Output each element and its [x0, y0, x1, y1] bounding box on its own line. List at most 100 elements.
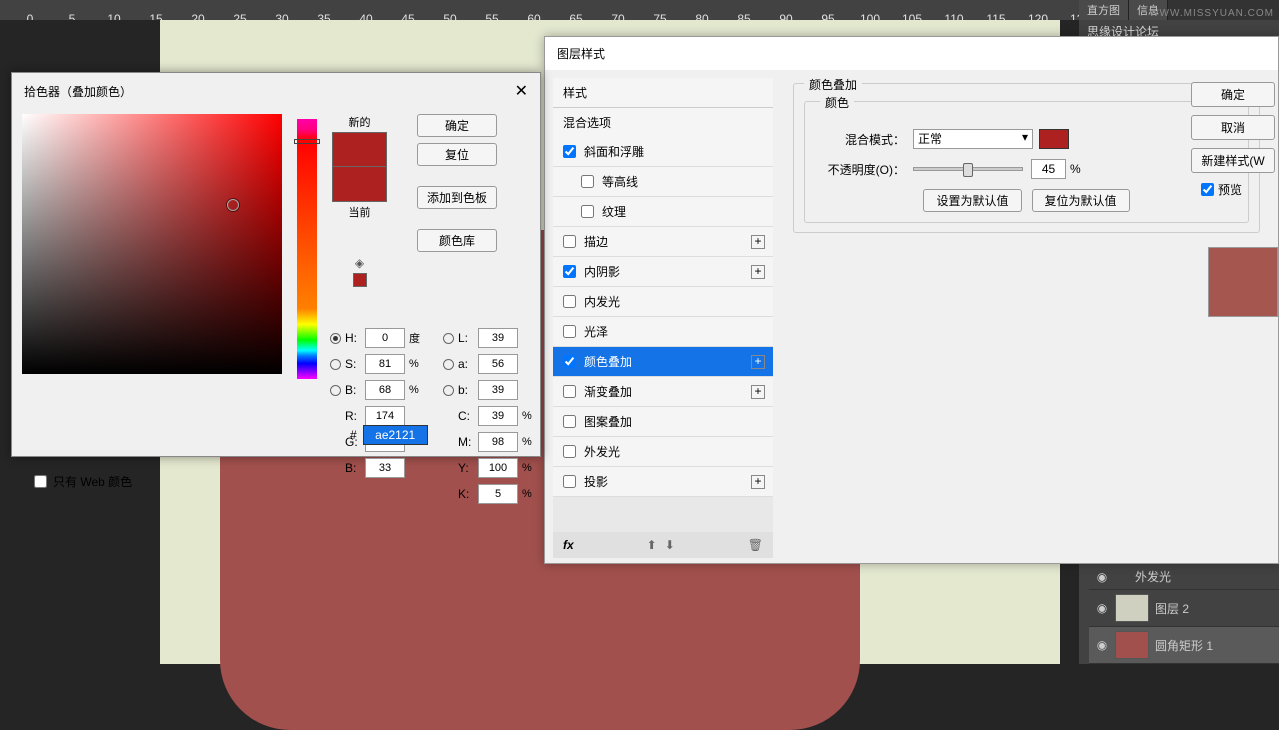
style-item[interactable]: 投影 +: [553, 467, 773, 497]
style-label: 图案叠加: [584, 413, 632, 430]
visibility-icon[interactable]: ◉: [1095, 570, 1109, 584]
close-icon[interactable]: ✕: [515, 81, 528, 101]
ruler-mark: 100: [855, 12, 885, 20]
style-checkbox[interactable]: [563, 295, 576, 308]
current-color-label: 当前: [349, 204, 371, 220]
style-checkbox[interactable]: [563, 445, 576, 458]
style-checkbox[interactable]: [563, 385, 576, 398]
style-label: 斜面和浮雕: [584, 143, 644, 160]
style-checkbox[interactable]: [563, 415, 576, 428]
visibility-icon[interactable]: ◉: [1095, 638, 1109, 652]
style-item[interactable]: 描边+: [553, 227, 773, 257]
styles-header: 样式: [553, 78, 773, 108]
style-item[interactable]: 渐变叠加+: [553, 377, 773, 407]
style-item[interactable]: 纹理: [553, 197, 773, 227]
style-label: 内发光: [584, 293, 620, 310]
cancel-button[interactable]: 取消: [1191, 115, 1275, 140]
h-radio[interactable]: [330, 333, 341, 344]
bv-input[interactable]: [365, 458, 405, 478]
style-item[interactable]: 颜色叠加+: [553, 347, 773, 377]
reset-default-button[interactable]: 复位为默认值: [1032, 189, 1130, 212]
style-checkbox[interactable]: [563, 145, 576, 158]
style-item[interactable]: 斜面和浮雕: [553, 137, 773, 167]
opacity-unit: %: [1070, 162, 1081, 176]
overlay-color-swatch[interactable]: [1039, 129, 1069, 149]
y-input[interactable]: [478, 458, 518, 478]
add-effect-icon[interactable]: +: [751, 355, 765, 369]
layer-row[interactable]: ◉ 圆角矩形 1: [1089, 627, 1279, 664]
effect-row[interactable]: ◉ 外发光: [1089, 564, 1279, 590]
new-color-label: 新的: [349, 114, 371, 130]
preview-checkbox[interactable]: 预览: [1191, 181, 1275, 198]
blend-options-item[interactable]: 混合选项: [553, 108, 773, 137]
style-checkbox[interactable]: [581, 175, 594, 188]
add-effect-icon[interactable]: +: [751, 385, 765, 399]
blend-mode-select[interactable]: 正常: [913, 129, 1033, 149]
fx-icon[interactable]: fx: [563, 538, 574, 552]
trash-icon[interactable]: 🗑: [748, 538, 763, 552]
style-checkbox[interactable]: [581, 205, 594, 218]
style-checkbox[interactable]: [563, 355, 576, 368]
b-input[interactable]: [365, 380, 405, 400]
a-input[interactable]: [478, 354, 518, 374]
style-item[interactable]: 外发光: [553, 437, 773, 467]
s-input[interactable]: [365, 354, 405, 374]
hue-slider-thumb[interactable]: [294, 139, 320, 144]
opacity-slider[interactable]: [913, 167, 1023, 171]
style-checkbox[interactable]: [563, 475, 576, 488]
c-input[interactable]: [478, 406, 518, 426]
add-effect-icon[interactable]: +: [751, 235, 765, 249]
style-label: 投影: [584, 473, 608, 490]
lb-input[interactable]: [478, 380, 518, 400]
m-input[interactable]: [478, 432, 518, 452]
arrow-down-icon[interactable]: ⬇: [665, 538, 675, 552]
web-only-checkbox[interactable]: 只有 Web 颜色: [34, 473, 132, 490]
websafe-swatch[interactable]: [353, 273, 367, 287]
add-swatch-button[interactable]: 添加到色板: [417, 186, 497, 209]
style-item[interactable]: 图案叠加: [553, 407, 773, 437]
ok-button[interactable]: 确定: [417, 114, 497, 137]
current-color-swatch[interactable]: [332, 167, 387, 202]
opacity-input[interactable]: [1031, 159, 1066, 179]
style-checkbox[interactable]: [563, 325, 576, 338]
r-input[interactable]: [365, 406, 405, 426]
style-item[interactable]: 内发光: [553, 287, 773, 317]
ok-button[interactable]: 确定: [1191, 82, 1275, 107]
dialog-title: 图层样式: [545, 37, 1278, 70]
reset-button[interactable]: 复位: [417, 143, 497, 166]
effect-outer-glow: 外发光: [1115, 568, 1171, 585]
color-lib-button[interactable]: 颜色库: [417, 229, 497, 252]
layer-row[interactable]: ◉ 图层 2: [1089, 590, 1279, 627]
opacity-label: 不透明度(O)：: [820, 161, 905, 178]
hex-input[interactable]: [363, 425, 428, 445]
set-default-button[interactable]: 设置为默认值: [923, 189, 1021, 212]
ruler-mark: 45: [393, 12, 423, 20]
color-field[interactable]: [22, 114, 282, 374]
cube-icon[interactable]: ◈: [355, 256, 364, 270]
k-input[interactable]: [478, 484, 518, 504]
s-radio[interactable]: [330, 359, 341, 370]
color-cursor[interactable]: [227, 199, 239, 211]
visibility-icon[interactable]: ◉: [1095, 601, 1109, 615]
style-checkbox[interactable]: [563, 265, 576, 278]
styles-list: 样式 混合选项 斜面和浮雕等高线纹理描边+内阴影+ 内发光光泽颜色叠加+渐变叠加+…: [553, 78, 773, 558]
hue-slider[interactable]: [297, 119, 317, 379]
new-style-button[interactable]: 新建样式(W: [1191, 148, 1275, 173]
b-radio[interactable]: [330, 385, 341, 396]
l-input[interactable]: [478, 328, 518, 348]
style-checkbox[interactable]: [563, 235, 576, 248]
add-effect-icon[interactable]: +: [751, 475, 765, 489]
lb-radio[interactable]: [443, 385, 454, 396]
style-item[interactable]: 光泽: [553, 317, 773, 347]
arrow-up-icon[interactable]: ⬆: [647, 538, 657, 552]
ruler-mark: 115: [981, 12, 1011, 20]
style-item[interactable]: 等高线: [553, 167, 773, 197]
panel-tab-histogram[interactable]: 直方图: [1079, 0, 1129, 20]
l-radio[interactable]: [443, 333, 454, 344]
ruler-mark: 40: [351, 12, 381, 20]
style-item[interactable]: 内阴影+: [553, 257, 773, 287]
h-input[interactable]: [365, 328, 405, 348]
new-color-swatch: [332, 132, 387, 167]
add-effect-icon[interactable]: +: [751, 265, 765, 279]
a-radio[interactable]: [443, 359, 454, 370]
